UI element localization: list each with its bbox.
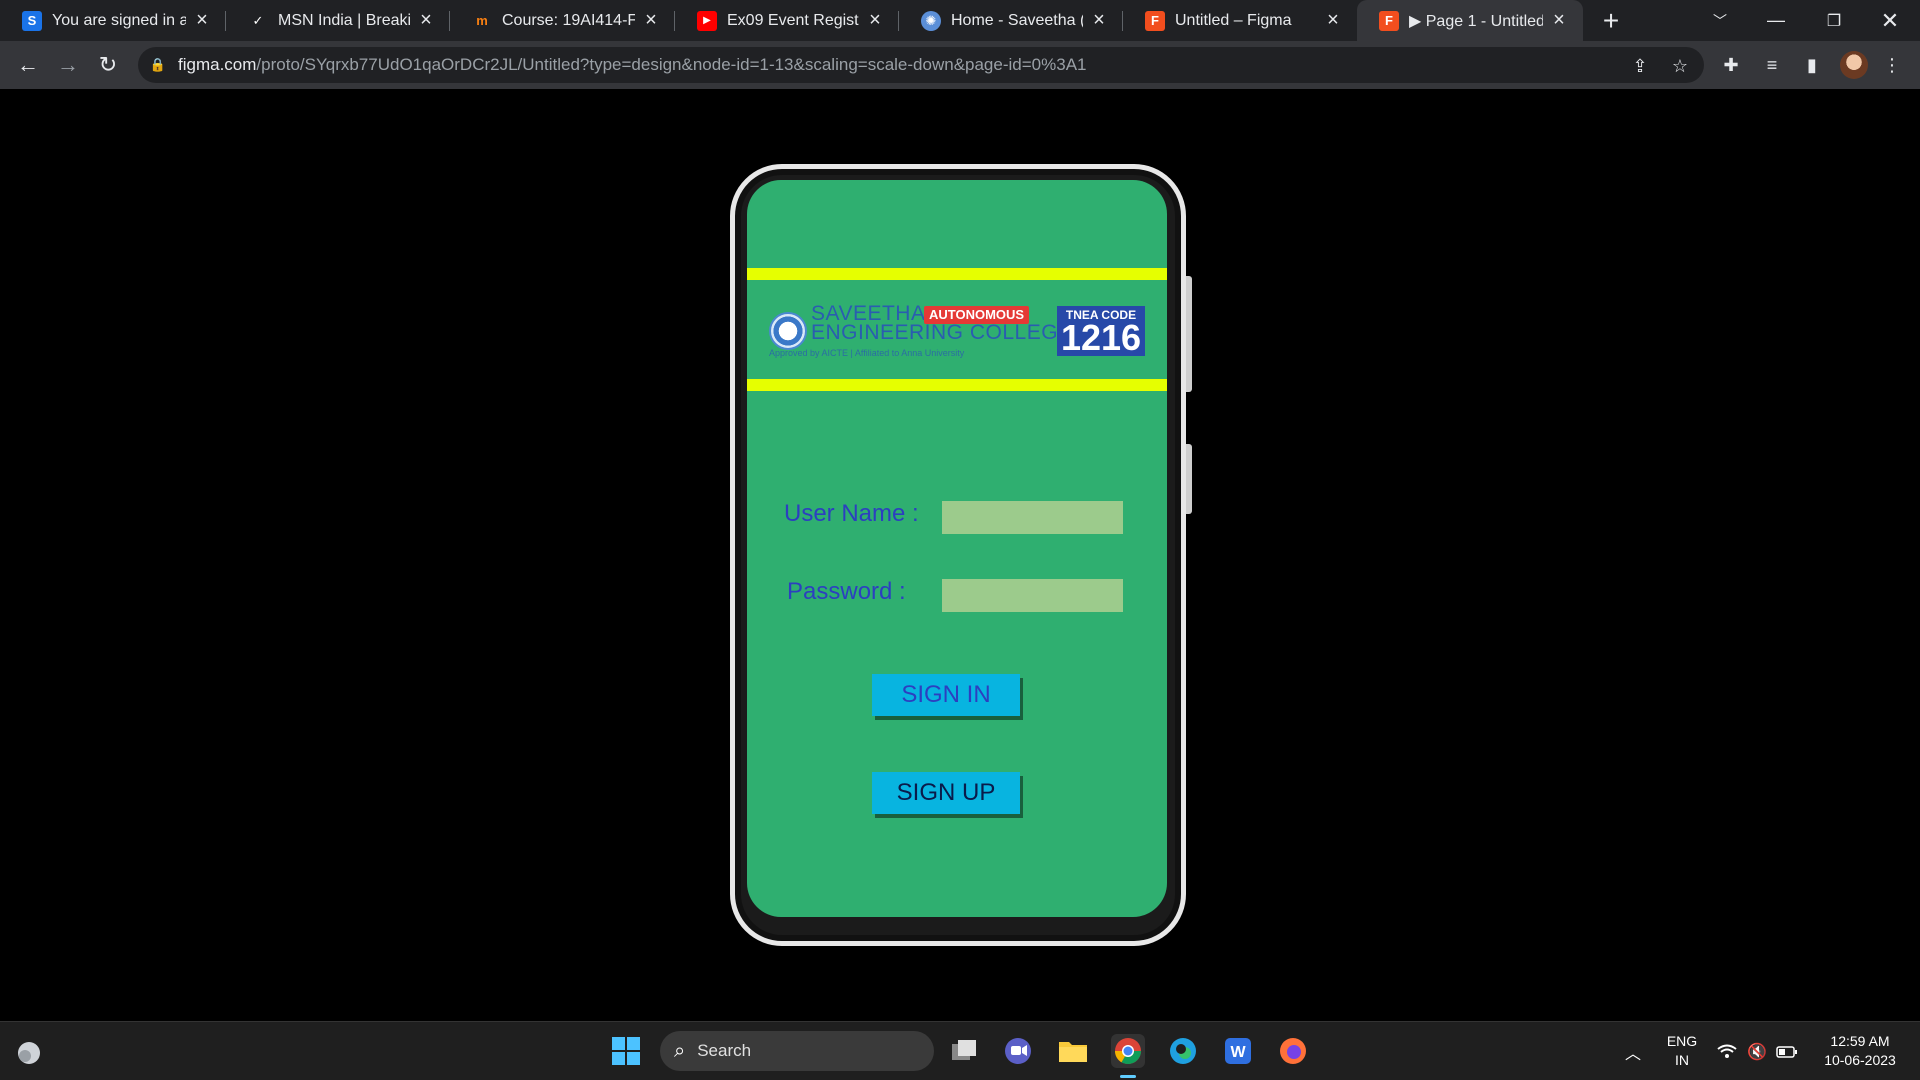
task-view-icon[interactable]: [947, 1034, 981, 1068]
college-seal-icon: [769, 312, 807, 350]
reload-icon[interactable]: ↻: [92, 49, 124, 81]
menu-icon[interactable]: ⋮: [1880, 53, 1904, 77]
header-stripe-bottom: [747, 379, 1167, 391]
college-banner: SAVEETHA ENGINEERING COLLEGE AUTONOMOUS …: [769, 303, 1145, 364]
weather-icon[interactable]: [12, 1035, 46, 1069]
teams-chat-icon[interactable]: [1001, 1034, 1035, 1068]
affiliation-text: Approved by AICTE | Affiliated to Anna U…: [769, 348, 965, 358]
s-icon: S: [22, 10, 42, 31]
avatar[interactable]: [1840, 51, 1868, 79]
share-icon[interactable]: ⇪: [1630, 56, 1650, 76]
sign-in-button[interactable]: SIGN IN: [872, 674, 1020, 716]
close-icon[interactable]: ×: [416, 9, 436, 31]
phone-power-button: [1186, 444, 1192, 514]
tab-title: You are signed in as 2: [52, 11, 186, 29]
tab-title: Home - Saveetha (Aut: [951, 11, 1083, 29]
tab-title: Course: 19AI414-Func: [502, 11, 635, 29]
sign-up-button[interactable]: SIGN UP: [872, 772, 1020, 814]
moodle-icon: m: [476, 13, 488, 28]
tab-youtube[interactable]: ▶ Ex09 Event Registratio ×: [675, 0, 899, 41]
figma-icon: F: [1145, 10, 1165, 31]
password-label: Password :: [787, 578, 906, 605]
msn-icon: ✓: [252, 12, 264, 28]
password-input[interactable]: [942, 579, 1123, 612]
saveetha-icon: ✺: [921, 10, 941, 31]
file-explorer-icon[interactable]: [1056, 1034, 1090, 1068]
username-input[interactable]: [942, 501, 1123, 534]
address-bar[interactable]: 🔒 figma.com/proto/SYqrxb77UdO1qaOrDCr2JL…: [138, 47, 1704, 83]
tab-search-icon[interactable]: ﹀: [1692, 0, 1748, 41]
clock[interactable]: 12:59 AM 10-06-2023: [1810, 1032, 1910, 1070]
username-label: User Name :: [784, 500, 919, 527]
window-close-icon[interactable]: ✕: [1862, 0, 1918, 41]
firefox-icon[interactable]: [1276, 1034, 1310, 1068]
taskbar: ⌕ Search W ︿ ENG IN 🔇 12:59 AM 10-06-202…: [0, 1021, 1920, 1080]
forward-icon[interactable]: →: [52, 49, 84, 81]
close-icon[interactable]: ×: [1549, 9, 1569, 31]
tab-title: Untitled – Figma: [1175, 11, 1292, 29]
close-icon[interactable]: ×: [1323, 9, 1343, 31]
show-hidden-icons-icon[interactable]: ︿: [1622, 1041, 1644, 1063]
tab-saveetha[interactable]: ✺ Home - Saveetha (Aut ×: [899, 0, 1123, 41]
url-text[interactable]: figma.com/proto/SYqrxb77UdO1qaOrDCr2JL/U…: [178, 55, 1086, 75]
language-indicator[interactable]: ENG IN: [1664, 1032, 1700, 1070]
restore-icon[interactable]: ❐: [1806, 0, 1862, 41]
extensions-icon[interactable]: ✚: [1719, 53, 1743, 77]
minimize-icon[interactable]: —: [1748, 0, 1804, 41]
edge-icon[interactable]: [1166, 1034, 1200, 1068]
windows-start-icon[interactable]: [609, 1034, 643, 1068]
browser-tab-bar: S You are signed in as 2 × ✓ MSN India |…: [0, 0, 1920, 41]
tab-course[interactable]: m Course: 19AI414-Func ×: [450, 0, 675, 41]
phone-volume-button: [1186, 276, 1192, 392]
back-icon[interactable]: ←: [12, 49, 44, 81]
close-icon[interactable]: ×: [641, 9, 661, 31]
wps-writer-icon[interactable]: W: [1221, 1034, 1255, 1068]
close-icon[interactable]: ×: [1089, 9, 1109, 31]
tab-title: MSN India | Breaking: [278, 11, 410, 29]
tab-figma-untitled[interactable]: F Untitled – Figma ×: [1123, 0, 1357, 41]
tab-title: ▶ Page 1 - Untitled: [1409, 12, 1543, 30]
browser-toolbar: ← → ↻ 🔒 figma.com/proto/SYqrxb77UdO1qaOr…: [0, 41, 1920, 89]
tab-signed-in[interactable]: S You are signed in as 2 ×: [0, 0, 226, 41]
tab-title: Ex09 Event Registratio: [727, 11, 859, 29]
media-control-icon[interactable]: ≡: [1760, 53, 1784, 77]
new-tab-button[interactable]: +: [1596, 5, 1626, 36]
close-icon[interactable]: ×: [192, 9, 212, 31]
header-stripe-top: [747, 268, 1167, 280]
youtube-icon: ▶: [697, 10, 717, 31]
wifi-icon[interactable]: [1716, 1041, 1738, 1063]
tab-msn[interactable]: ✓ MSN India | Breaking ×: [226, 0, 450, 41]
star-icon[interactable]: ☆: [1670, 56, 1690, 76]
search-icon: ⌕: [674, 1039, 686, 1062]
figma-icon: F: [1379, 10, 1399, 31]
svg-text:W: W: [1230, 1044, 1246, 1061]
autonomous-badge: AUTONOMOUS: [924, 306, 1030, 324]
app-screen: SAVEETHA ENGINEERING COLLEGE AUTONOMOUS …: [747, 180, 1167, 917]
side-panel-icon[interactable]: ▮: [1800, 53, 1824, 77]
active-app-indicator: [1120, 1075, 1136, 1078]
chrome-icon[interactable]: [1111, 1034, 1145, 1068]
tnea-code-badge: TNEA CODE 1216: [1057, 306, 1145, 356]
battery-icon[interactable]: [1776, 1041, 1798, 1063]
volume-muted-icon[interactable]: 🔇: [1746, 1041, 1768, 1063]
tab-figma-page1[interactable]: F ▶ Page 1 - Untitled ×: [1357, 0, 1583, 41]
close-icon[interactable]: ×: [865, 9, 885, 31]
lock-icon[interactable]: 🔒: [138, 57, 178, 73]
taskbar-search[interactable]: ⌕ Search: [660, 1031, 934, 1071]
